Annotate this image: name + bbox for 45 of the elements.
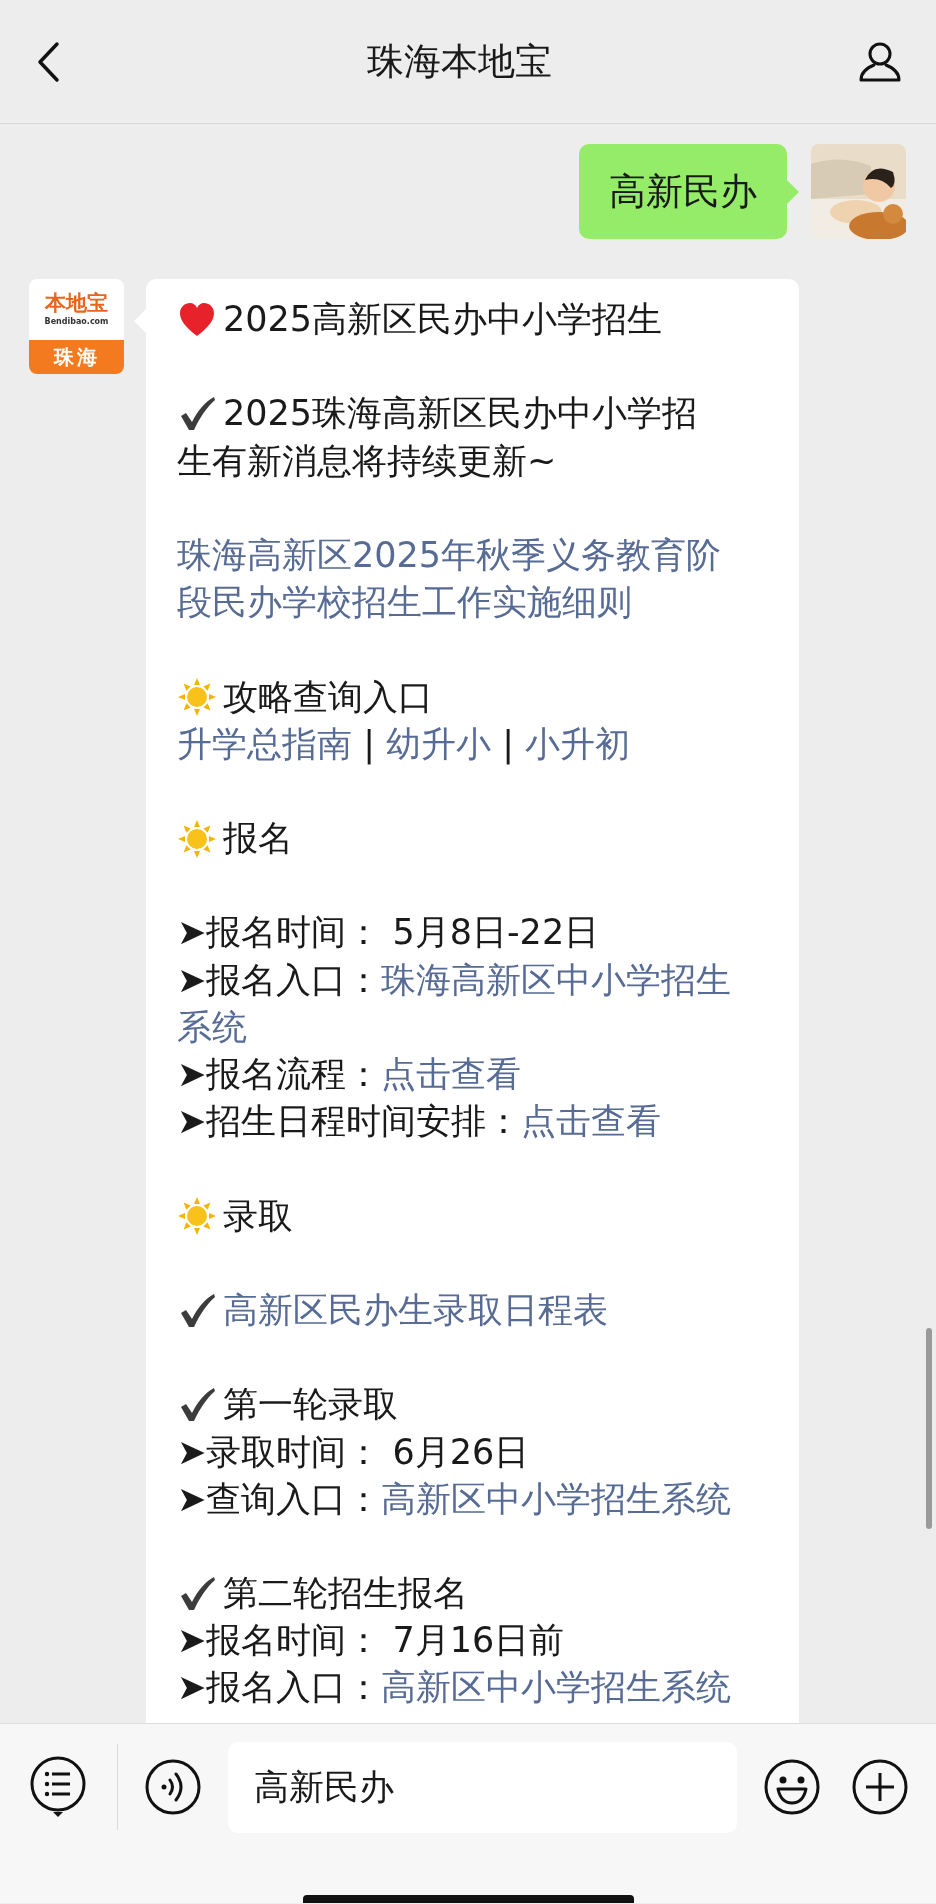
link[interactable]: 珠海高新区中小学招生 — [381, 956, 732, 1004]
message-input[interactable]: 高新民办 — [228, 1741, 737, 1833]
message-text: ➤查询入口： — [177, 1477, 382, 1521]
message-text: ➤报名入口： — [177, 958, 382, 1002]
link[interactable]: 小升初 — [525, 720, 631, 768]
link[interactable]: 升学总指南 — [177, 720, 352, 768]
sun-icon — [177, 677, 217, 718]
message-text: 生有新消息将持续更新~ — [177, 439, 557, 483]
bubble-tail — [787, 180, 799, 204]
link[interactable]: 点击查看 — [381, 1051, 522, 1099]
logo-text: 本地宝 — [45, 293, 108, 314]
message-text: 报名 — [223, 817, 293, 861]
link[interactable]: 段民办学校招生工作实施细则 — [177, 579, 632, 627]
message-text: 第二轮招生报名 — [223, 1572, 468, 1616]
message-text: 攻略查询入口 — [223, 675, 433, 719]
message-text: | — [362, 722, 376, 767]
scrollbar[interactable] — [926, 1328, 932, 1529]
link[interactable]: 幼升小 — [386, 720, 492, 768]
message-text: | — [501, 722, 515, 767]
link[interactable]: 高新区中小学招生系统 — [381, 1475, 732, 1523]
message-text: 录取 — [223, 1194, 293, 1238]
account-logo[interactable]: 本地宝 Bendibao.com 珠海 — [29, 279, 124, 374]
message-text: ➤录取时间： 6月26日 — [177, 1430, 530, 1474]
sent-message: 高新民办 — [579, 144, 787, 239]
back-icon[interactable] — [36, 40, 60, 83]
window-title: 珠海本地宝 — [366, 38, 552, 85]
sun-icon — [177, 818, 217, 859]
menu-icon[interactable] — [29, 1756, 87, 1818]
message-text: 第一轮录取 — [223, 1383, 398, 1427]
link[interactable]: 点击查看 — [521, 1098, 662, 1146]
profile-icon[interactable] — [858, 40, 902, 83]
link[interactable]: 高新区中小学招生系统 — [381, 1664, 732, 1712]
link[interactable]: 珠海高新区2025年秋季义务教育阶 — [177, 531, 722, 580]
message-text: ➤招生日程时间安排： — [177, 1100, 522, 1144]
logo-city: 珠海 — [53, 343, 100, 371]
sun-icon — [177, 1196, 217, 1237]
message-text: ➤报名流程： — [177, 1053, 382, 1096]
message-text: ➤报名入口： — [177, 1666, 382, 1710]
message-text: 2025珠海高新区民办中小学招 — [223, 392, 698, 436]
message-text: ➤报名时间： 5月8日-22日 — [177, 911, 600, 955]
link[interactable]: 系统 — [177, 1003, 247, 1051]
logo-domain: Bendibao.com — [44, 318, 109, 326]
message-text: 2025高新区民办中小学招生 — [223, 298, 663, 341]
link[interactable]: 高新区民办生录取日程表 — [223, 1286, 608, 1335]
message-text: ➤报名时间： 7月16日前 — [177, 1619, 565, 1663]
